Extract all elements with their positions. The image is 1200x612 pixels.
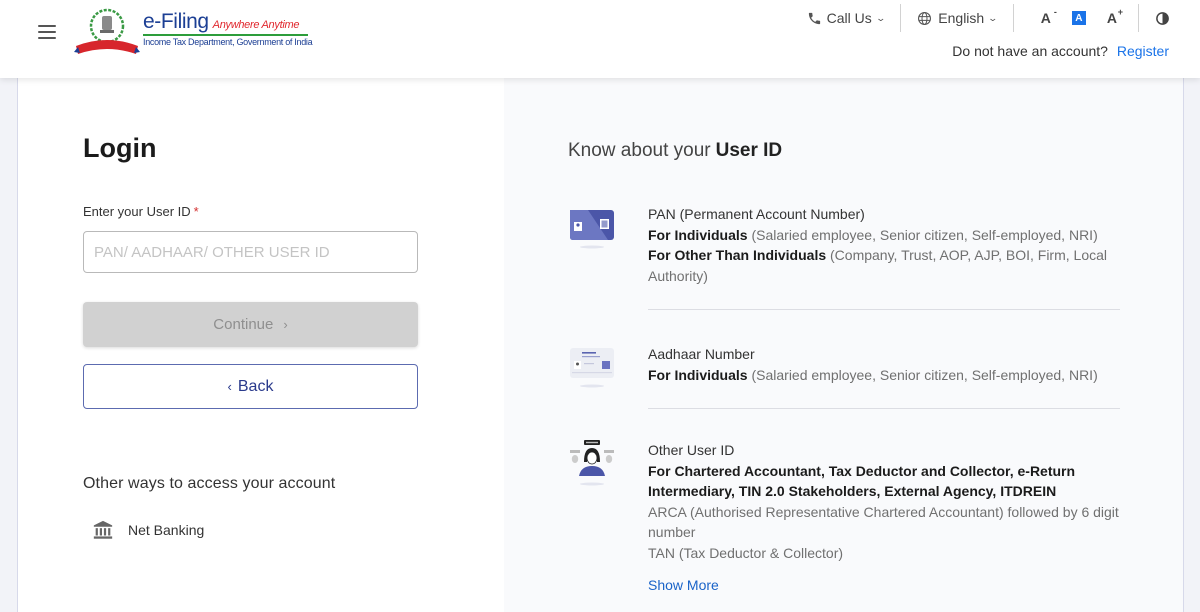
divider	[648, 309, 1120, 310]
net-banking-label: Net Banking	[128, 522, 205, 538]
font-decrease-label: A	[1040, 10, 1051, 26]
font-increase-button[interactable]: A +	[1106, 7, 1123, 26]
know-title-bold: User ID	[715, 140, 783, 161]
logo-title: e-Filing	[143, 10, 209, 33]
globe-icon	[918, 11, 932, 25]
chevron-right-icon: ›	[283, 317, 288, 332]
user-id-label: Enter your User ID *	[83, 204, 199, 219]
language-label: English	[938, 10, 985, 26]
contrast-icon	[1156, 11, 1169, 25]
aadhaar-card-icon	[570, 348, 614, 388]
phone-icon	[808, 12, 820, 24]
register-prompt: Do not have an account? Register	[952, 43, 1169, 59]
font-increase-label: A	[1106, 10, 1117, 26]
continue-label: Continue	[213, 316, 274, 333]
bank-icon	[93, 520, 113, 539]
pan-card-icon	[570, 210, 614, 249]
pan-info-text: PAN (Permanent Account Number) For Indiv…	[648, 204, 1123, 286]
other-ways-heading: Other ways to access your account	[83, 475, 336, 492]
font-default-button[interactable]: A	[1071, 11, 1086, 25]
aadhaar-info-text: Aadhaar Number For Individuals (Salaried…	[648, 344, 1123, 385]
login-panel: Login Enter your User ID* Continue › ‹ B…	[18, 78, 504, 612]
aadhaar-title: Aadhaar Number	[648, 346, 755, 362]
user-id-info-panel: Know about your User ID PAN (Permanent Ac…	[504, 78, 1183, 612]
efiling-logo[interactable]: e-Filing Anywhere Anytime Income Tax Depa…	[74, 6, 314, 56]
logo-tagline: Anywhere Anytime	[212, 19, 300, 31]
user-id-label-text: Enter your User ID	[83, 204, 191, 219]
back-label: Back	[237, 377, 274, 395]
chevron-down-icon: ⌄	[987, 12, 999, 23]
other-user-id-title: Other User ID	[648, 442, 735, 458]
arca-detail: ARCA (Authorised Representative Chartere…	[648, 503, 1119, 541]
register-prompt-text: Do not have an account?	[952, 43, 1108, 59]
continue-button[interactable]: Continue ›	[83, 302, 418, 347]
back-button[interactable]: ‹ Back	[83, 364, 418, 409]
divider	[1012, 4, 1014, 32]
divider	[1138, 4, 1139, 32]
pan-individuals: For Individuals (Salaried employee, Seni…	[648, 226, 1098, 243]
net-banking-option[interactable]: Net Banking	[92, 519, 204, 541]
language-dropdown[interactable]: English ⌄	[917, 10, 999, 26]
login-title: Login	[83, 133, 157, 163]
other-user-icon	[570, 440, 614, 486]
chevron-left-icon: ‹	[227, 379, 232, 394]
required-mark: *	[193, 204, 199, 219]
pan-other-than-individuals: For Other Than Individuals (Company, Tru…	[648, 247, 1108, 284]
frame-border	[1183, 78, 1184, 612]
top-utility-bar: Call Us ⌄ English ⌄ A- A A +	[807, 4, 1170, 32]
hamburger-menu-icon[interactable]	[38, 25, 56, 39]
logo-rule	[143, 34, 308, 36]
contrast-toggle[interactable]	[1155, 11, 1170, 26]
call-us-label: Call Us	[826, 10, 872, 26]
register-link[interactable]: Register	[1117, 43, 1169, 59]
font-decrease-button[interactable]: A-	[1040, 7, 1057, 26]
aadhaar-individuals: For Individuals (Salaried employee, Seni…	[648, 366, 1098, 383]
other-user-id-roles: For Chartered Accountant, Tax Deductor a…	[648, 462, 1076, 500]
show-more-link[interactable]: Show More	[648, 575, 719, 596]
user-id-input[interactable]	[83, 231, 418, 273]
chevron-down-icon: ⌄	[875, 12, 886, 23]
divider	[900, 4, 902, 32]
call-us-dropdown[interactable]: Call Us ⌄	[807, 10, 886, 26]
logo-subtitle: Income Tax Department, Government of Ind…	[143, 37, 313, 47]
divider	[648, 408, 1120, 409]
know-about-heading: Know about your User ID	[568, 140, 782, 162]
pan-title: PAN (Permanent Account Number)	[648, 206, 865, 222]
tan-detail: TAN (Tax Deductor & Collector)	[648, 544, 844, 561]
site-header: e-Filing Anywhere Anytime Income Tax Depa…	[0, 0, 1200, 78]
know-title-prefix: Know about your	[568, 140, 711, 161]
other-user-id-info-text: Other User ID For Chartered Accountant, …	[648, 440, 1123, 596]
emblem-icon	[74, 8, 140, 54]
